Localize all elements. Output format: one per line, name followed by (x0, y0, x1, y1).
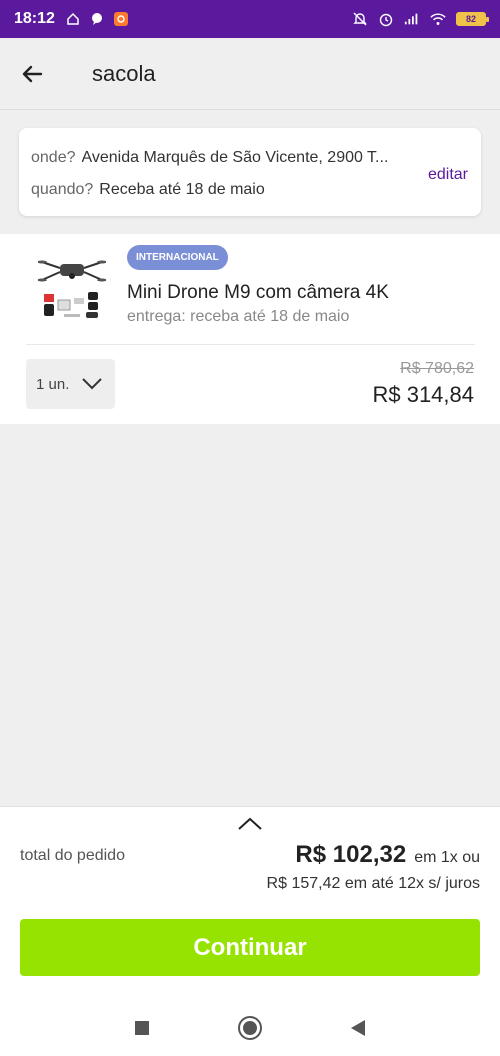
international-badge: INTERNACIONAL (127, 245, 228, 270)
status-bar: 18:12 82 (0, 0, 500, 38)
order-summary-footer: total do pedido R$ 102,32 em 1x ou R$ 15… (0, 806, 500, 1000)
signal-icon (404, 11, 420, 27)
home-icon (65, 11, 81, 27)
total-label: total do pedido (20, 847, 125, 864)
mute-icon (352, 11, 368, 27)
home-button[interactable] (235, 1013, 265, 1043)
arrow-left-icon (22, 65, 43, 82)
back-triangle-icon (351, 1020, 365, 1036)
item-price: R$ 314,84 (372, 382, 474, 407)
system-nav-bar (0, 1000, 500, 1056)
cart-item: INTERNACIONAL Mini Drone M9 com câmera 4… (0, 234, 500, 424)
chat-icon (89, 11, 105, 27)
home-circle-icon (238, 1016, 262, 1040)
edit-link[interactable]: editar (428, 166, 468, 184)
delivery-info-card: onde? Avenida Marquês de São Vicente, 29… (19, 128, 481, 216)
nav-back-button[interactable] (343, 1013, 373, 1043)
delivery-address-row: onde? Avenida Marquês de São Vicente, 29… (31, 148, 469, 168)
status-left-icons (65, 11, 129, 27)
product-delivery: entrega: receba até 18 de maio (127, 308, 350, 325)
chevron-down-icon (82, 378, 103, 390)
installments-info: R$ 157,42 em até 12x s/ juros (266, 875, 480, 892)
continue-button[interactable]: Continuar (20, 919, 480, 976)
recents-button[interactable] (127, 1013, 157, 1043)
where-label: onde? (31, 149, 76, 166)
total-value: R$ 102,32 (295, 841, 407, 868)
wifi-icon (430, 11, 446, 27)
status-time: 18:12 (14, 10, 55, 27)
quantity-select[interactable]: 1 un. (26, 359, 115, 409)
product-image[interactable] (37, 254, 107, 322)
when-label: quando? (31, 181, 94, 198)
delivery-date-row: quando? Receba até 18 de maio (31, 180, 469, 200)
total-suffix: em 1x ou (414, 849, 480, 866)
expand-summary-button[interactable] (236, 815, 264, 833)
recents-square-icon (135, 1021, 149, 1035)
back-button[interactable] (4, 46, 60, 102)
app-badge-icon (113, 11, 129, 27)
chevron-up-icon (238, 817, 262, 830)
battery-level: 82 (465, 14, 476, 24)
quantity-value: 1 un. (36, 375, 70, 393)
when-value: Receba até 18 de maio (99, 181, 265, 198)
old-price: R$ 780,62 (400, 360, 474, 377)
alarm-icon (378, 11, 394, 27)
page-title: sacola (92, 60, 156, 86)
status-right-icons: 82 (352, 11, 489, 27)
product-name[interactable]: Mini Drone M9 com câmera 4K (127, 282, 389, 304)
divider (26, 344, 475, 345)
battery-icon: 82 (456, 12, 489, 26)
where-value: Avenida Marquês de São Vicente, 2900 T..… (81, 149, 389, 166)
app-header: sacola (0, 38, 500, 110)
total-line: R$ 102,32 em 1x ou (295, 841, 480, 869)
